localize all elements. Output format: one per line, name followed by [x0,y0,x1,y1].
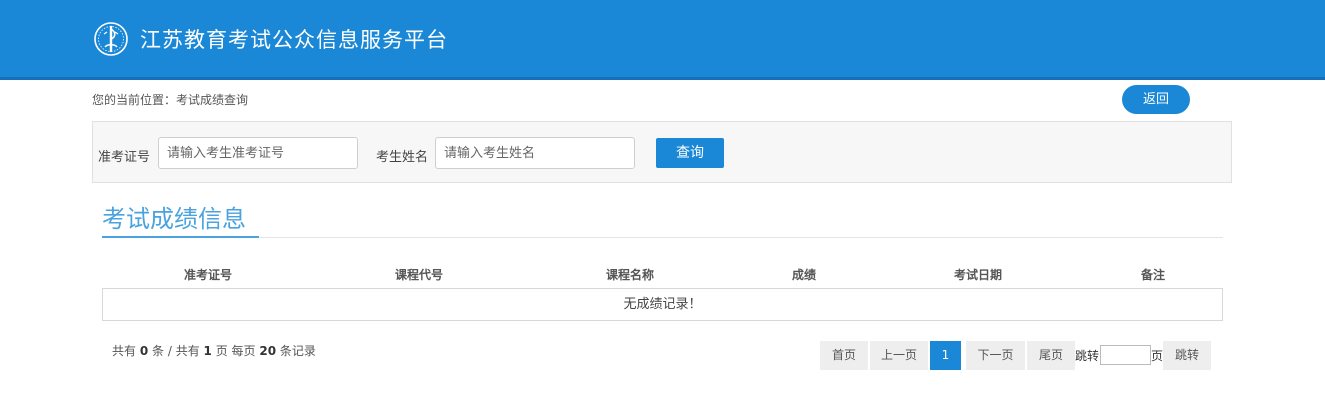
jump-button[interactable]: 跳转 [1163,341,1211,370]
jump-prefix-label: 跳转 [1075,349,1100,363]
first-page-button[interactable]: 首页 [820,341,868,370]
column-header-exam-date: 考试日期 [953,268,1003,282]
column-header-score: 成绩 [791,268,817,282]
jump-suffix-label: 页 [1151,349,1164,363]
exam-number-input[interactable] [158,137,358,169]
student-name-label: 考生姓名 [376,150,429,165]
section-title: 考试成绩信息 [102,205,246,233]
column-header-exam-number: 准考证号 [183,268,233,282]
logo-emblem-icon [94,22,128,56]
site-header: 江苏教育考试公众信息服务平台 [0,0,1325,80]
exam-number-label: 准考证号 [98,150,151,165]
summary-prefix: 共有 [112,344,137,358]
student-name-input[interactable] [435,137,635,169]
back-button[interactable]: 返回 [1122,85,1190,114]
last-page-button[interactable]: 尾页 [1027,341,1075,370]
column-header-course-name: 课程名称 [605,268,655,282]
total-records-count: 0 [139,344,149,358]
column-header-remarks: 备注 [1140,268,1166,282]
summary-mid-1: 条 / 共有 [152,344,200,358]
site-title: 江苏教育考试公众信息服务平台 [140,28,448,52]
prev-page-button[interactable]: 上一页 [870,341,928,370]
section-divider [102,237,1223,238]
column-header-course-code: 课程代号 [394,268,444,282]
next-page-button[interactable]: 下一页 [966,341,1025,370]
per-page-count: 20 [259,344,277,358]
search-panel: 准考证号 考生姓名 查询 [92,121,1232,183]
section-title-underline [102,236,259,238]
summary-suffix: 条记录 [279,344,316,358]
records-summary: 共有 0 条 / 共有 1 页 每页 20 条记录 [112,342,316,359]
total-pages-count: 1 [203,344,212,358]
summary-mid-2: 页 每页 [215,344,256,358]
jump-page-input[interactable] [1100,345,1151,365]
empty-result-row: 无成绩记录！ [102,288,1223,321]
breadcrumb: 您的当前位置：考试成绩查询 [92,93,249,107]
query-button[interactable]: 查询 [656,138,724,168]
current-page-button[interactable]: 1 [930,341,961,370]
